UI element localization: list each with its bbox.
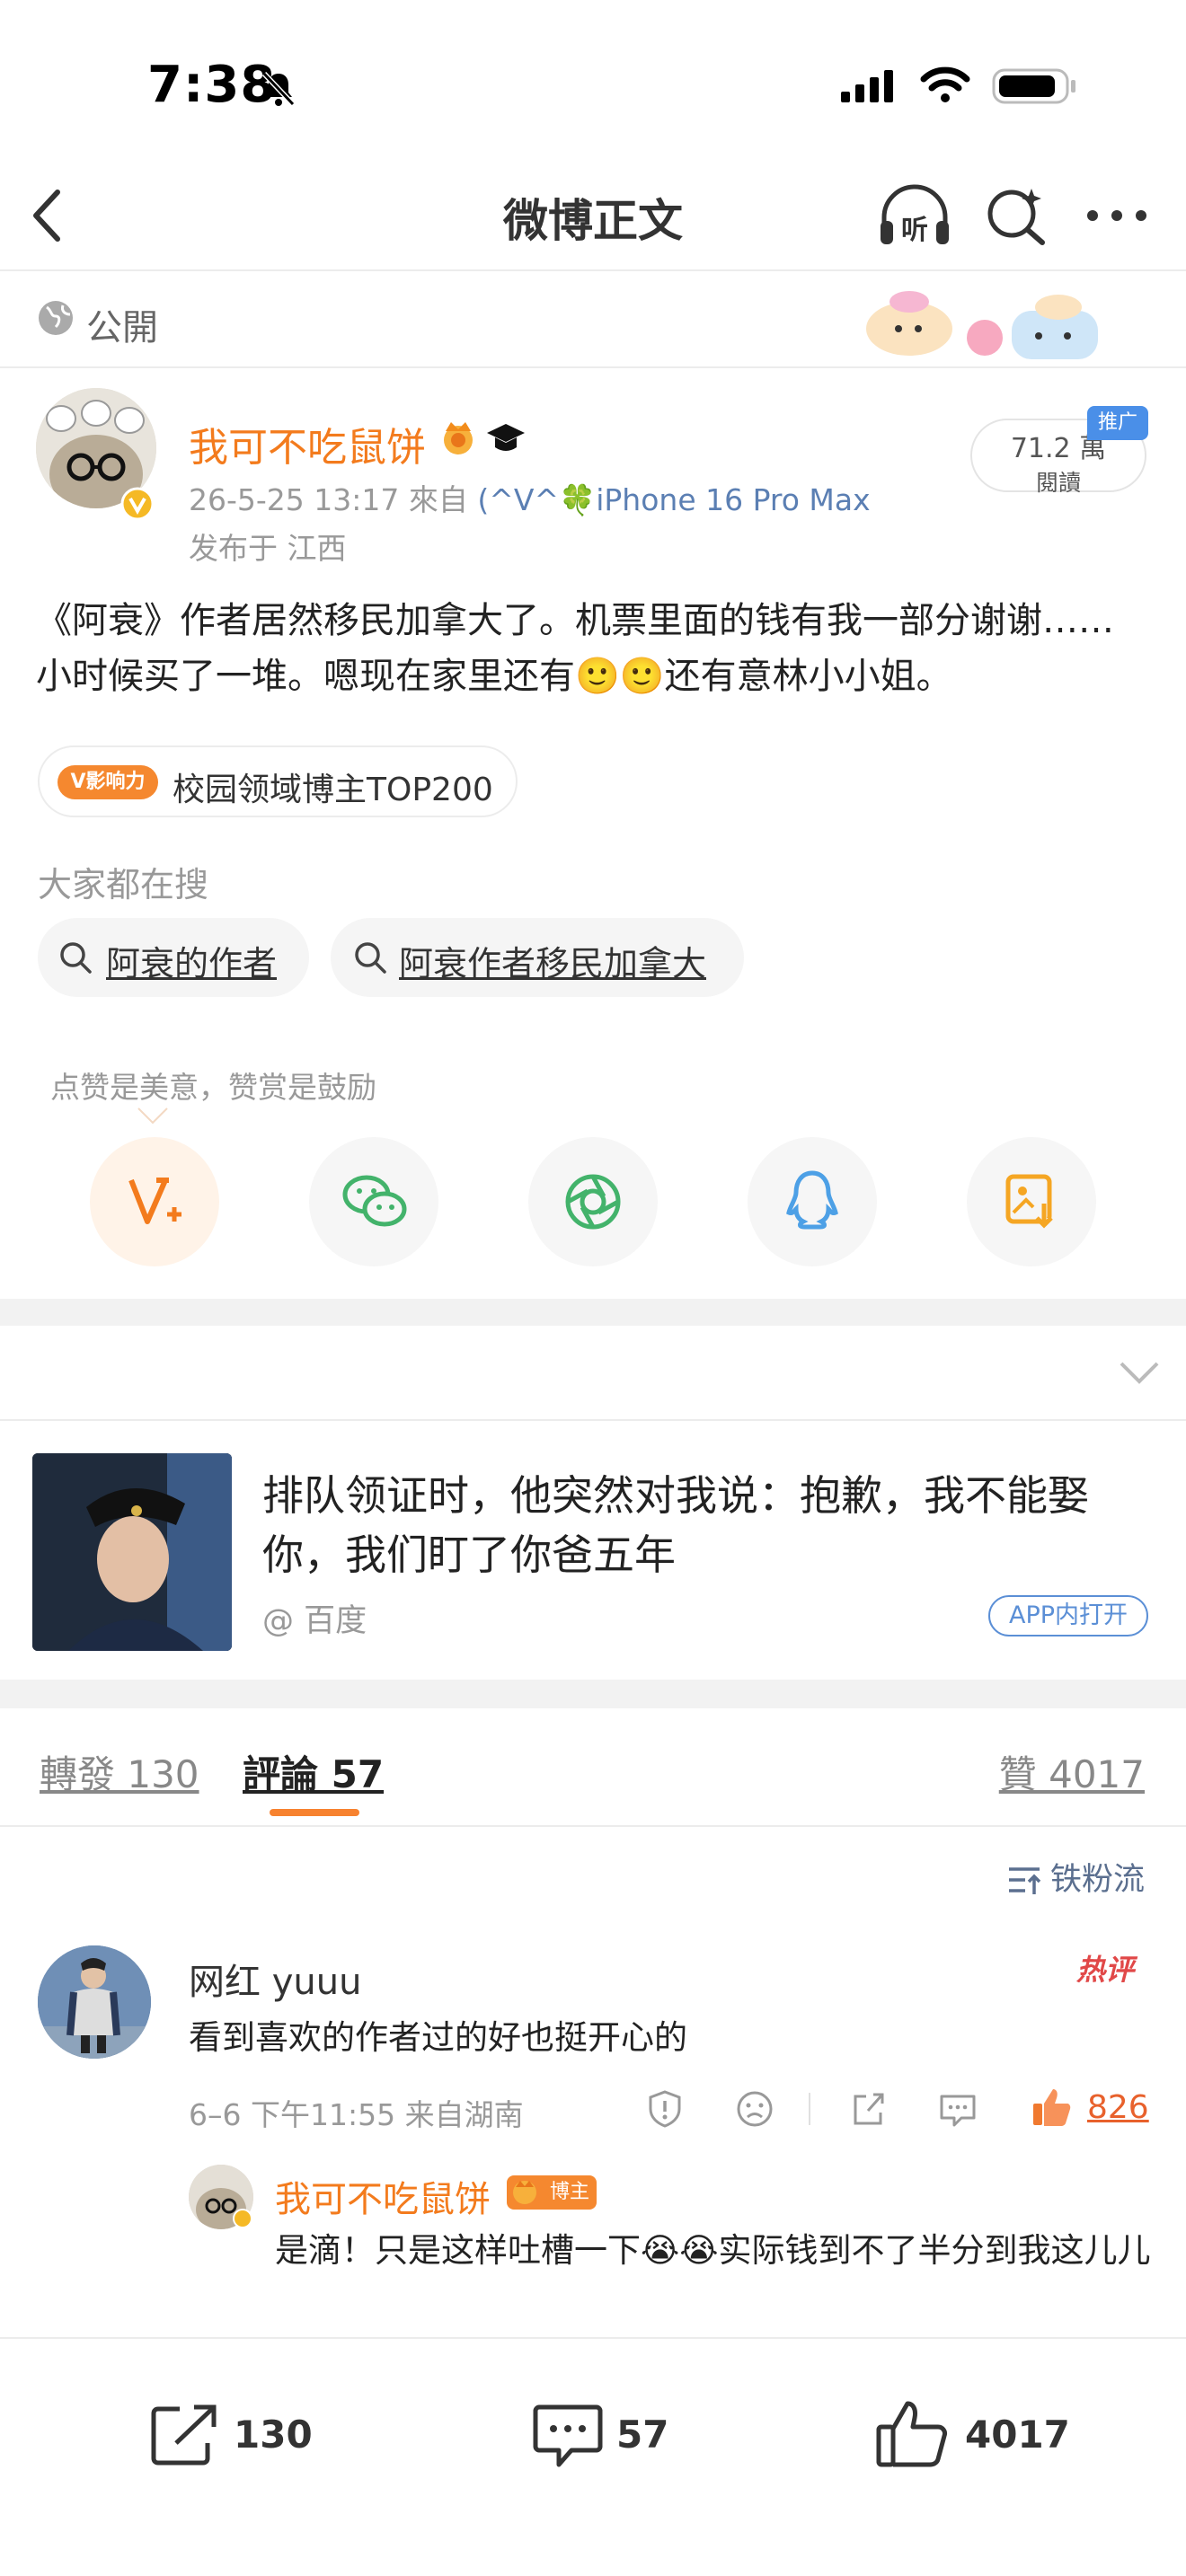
visibility-label: 公開 [86, 307, 158, 348]
qq-penguin-icon [786, 1170, 838, 1230]
reply-text: 是滴！只是这样吐槽一下😭😭实际钱到不了半分到我这儿儿 [275, 2231, 1151, 2270]
comment-sort[interactable]: 铁粉流 [1007, 1854, 1145, 1900]
listen-headphones-icon[interactable]: 听 [877, 183, 952, 250]
search-chip-label: 阿衰的作者 [106, 944, 278, 984]
tip-pointer-icon [137, 1107, 168, 1125]
comment-icon [533, 2404, 603, 2467]
post-date: 26-5-25 13:17 [189, 482, 400, 517]
comment-count: 57 [616, 2413, 669, 2457]
report-icon[interactable] [645, 2089, 685, 2129]
verified-badge-icon [120, 487, 155, 521]
influence-text: 校园领域博主TOP200 [173, 772, 493, 808]
comment-like-count[interactable]: 826 [1087, 2089, 1149, 2126]
author-badge-label: 博主 [549, 2181, 589, 2203]
section-divider [0, 1680, 1186, 1708]
sort-label: 铁粉流 [1049, 1862, 1145, 1898]
search-icon [60, 942, 92, 974]
influence-tag[interactable]: V影响力 校园领域博主TOP200 [38, 745, 518, 817]
comment-text: 看到喜欢的作者过的好也挺开心的 [189, 2018, 687, 2057]
moments-aperture-icon [565, 1174, 621, 1230]
dislike-face-icon[interactable] [735, 2089, 774, 2129]
globe-icon [39, 301, 73, 335]
repost-button[interactable]: 130 [144, 2389, 368, 2479]
post-body: 《阿衰》作者居然移民加拿大了。机票里面的钱有我一部分谢谢…… 小时候买了一堆。嗯… [36, 593, 1159, 704]
post-source-prefix: 來自 [408, 482, 468, 517]
hot-comment-badge: 热评 [1076, 1953, 1135, 1987]
crown-badge-icon [444, 422, 473, 454]
verified-badge-icon [233, 2209, 252, 2228]
ad-source: @ 百度 [262, 1603, 367, 1639]
author-badge: 博主 [507, 2175, 597, 2210]
v-plus-icon [128, 1178, 181, 1224]
post-line: 小时候买了一堆。嗯现在家里还有🙂🙂还有意林小小姐。 [36, 656, 952, 697]
search-chip-label: 阿衰作者移民加拿大 [399, 944, 707, 984]
wechat-icon [342, 1175, 407, 1227]
chevron-down-icon[interactable] [1118, 1360, 1161, 1387]
visibility-row: 公開 [0, 271, 1186, 368]
search-sparkle-icon[interactable] [985, 183, 1048, 246]
search-chip[interactable]: 阿衰的作者 [38, 918, 309, 997]
repost-icon [151, 2404, 217, 2466]
sort-icon [1008, 1867, 1041, 1894]
ad-open-in-app-button[interactable]: APP内打开 [988, 1595, 1148, 1636]
reply-username[interactable]: 我可不吃鼠饼 [275, 2170, 491, 2222]
author-name[interactable]: 我可不吃鼠饼 [189, 415, 426, 472]
save-image-button[interactable] [967, 1137, 1096, 1266]
share-icon[interactable] [848, 2089, 888, 2129]
post-line: 《阿衰》作者居然移民加拿大了。机票里面的钱有我一部分谢谢…… [36, 600, 1114, 641]
like-count: 4017 [965, 2413, 1070, 2457]
like-thumb-icon[interactable] [1030, 2086, 1073, 2129]
status-bar: 7:38 [0, 0, 1186, 162]
ad-thumbnail[interactable] [32, 1453, 232, 1651]
promo-badge: 推广 [1087, 406, 1148, 440]
save-image-icon [1005, 1174, 1053, 1229]
reward-v-button[interactable] [90, 1137, 219, 1266]
graduation-cap-icon [487, 424, 525, 451]
section-divider [0, 1299, 1186, 1326]
mute-bell-icon [261, 71, 296, 107]
share-moments-button[interactable] [528, 1137, 658, 1266]
reward-tip: 点赞是美意，赞赏是鼓励 [50, 1070, 376, 1105]
influence-badge: V影响力 [58, 765, 158, 799]
decorative-sticker-icon [866, 291, 1098, 359]
like-button[interactable]: 4017 [875, 2389, 1127, 2479]
avatar[interactable] [38, 1945, 151, 2059]
post-location: 发布于 江西 [189, 531, 347, 566]
interaction-tabs: 轉發 130 評論 57 贊 4017 [0, 1708, 1186, 1827]
comment-icon[interactable] [938, 2089, 978, 2129]
divider [0, 1419, 1186, 1421]
search-chip[interactable]: 阿衰作者移民加拿大 [331, 918, 744, 997]
bottom-action-bar: 130 57 4017 [0, 2337, 1186, 2576]
search-icon [355, 942, 386, 974]
repost-count: 130 [234, 2413, 313, 2457]
divider [809, 2093, 810, 2125]
tab-comments[interactable]: 評論 57 [243, 1744, 384, 1799]
signal-icon [841, 70, 893, 102]
tab-likes[interactable]: 贊 4017 [999, 1744, 1145, 1799]
nav-bar: 微博正文 听 [0, 162, 1186, 271]
reads-label: 閱讀 [1035, 470, 1081, 496]
comment-meta: 6–6 下午11:55 来自湖南 [189, 2097, 524, 2132]
ad-title[interactable]: 排队领证时，他突然对我说：抱歉，我不能娶你，我们盯了你爸五年 [262, 1466, 1152, 1584]
share-qq-button[interactable] [748, 1137, 877, 1266]
post-device[interactable]: (^V^🍀iPhone 16 Pro Max [477, 482, 870, 517]
trending-search-heading: 大家都在搜 [38, 865, 209, 904]
tab-reposts[interactable]: 轉發 130 [40, 1744, 199, 1799]
like-thumb-icon [876, 2401, 947, 2467]
active-tab-indicator [270, 1809, 359, 1816]
battery-icon [992, 68, 1075, 104]
wifi-icon [920, 66, 970, 102]
status-time: 7:38 [147, 56, 277, 114]
comment-button[interactable]: 57 [527, 2389, 751, 2479]
svg-text:听: 听 [901, 215, 928, 246]
more-dots-icon[interactable] [1085, 207, 1148, 225]
crown-badge-icon [513, 2181, 536, 2204]
share-wechat-button[interactable] [309, 1137, 438, 1266]
post-meta: 26-5-25 13:17 來自 (^V^🍀iPhone 16 Pro Max [189, 476, 871, 519]
comment-username[interactable]: 网红 yuuu [189, 1953, 361, 2005]
